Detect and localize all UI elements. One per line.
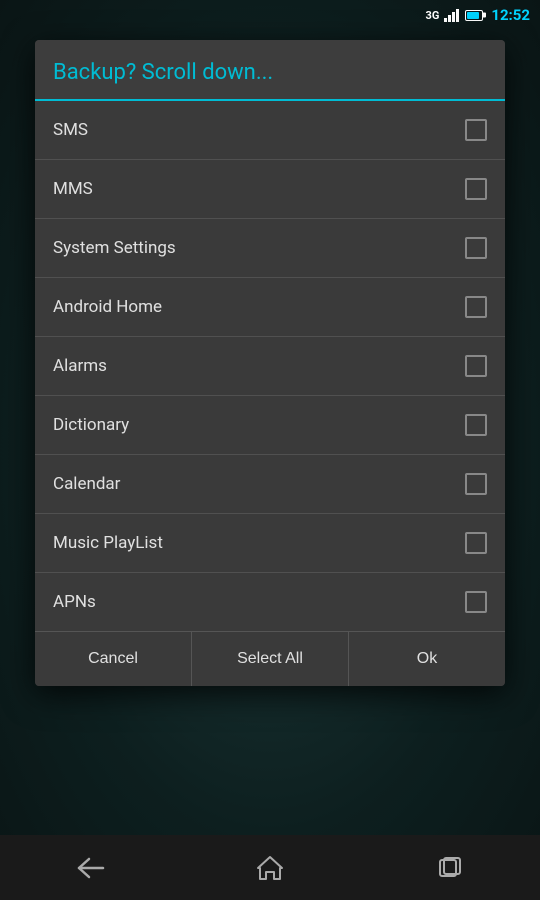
list-item-android-home[interactable]: Android Home: [35, 278, 505, 337]
nav-home-button[interactable]: [240, 848, 300, 888]
item-label-apns: APNs: [53, 592, 96, 612]
battery-icon: [465, 10, 483, 21]
signal-icon: [444, 8, 459, 22]
checkbox-system-settings[interactable]: [465, 237, 487, 259]
dialog-header: Backup? Scroll down...: [35, 40, 505, 101]
navigation-bar: [0, 835, 540, 900]
item-label-calendar: Calendar: [53, 474, 120, 494]
item-label-music-playlist: Music PlayList: [53, 533, 163, 553]
list-item-calendar[interactable]: Calendar: [35, 455, 505, 514]
ok-button[interactable]: Ok: [349, 632, 505, 686]
back-icon: [75, 857, 105, 879]
signal-bar-3: [452, 12, 455, 22]
checkbox-dictionary[interactable]: [465, 414, 487, 436]
item-label-mms: MMS: [53, 179, 93, 199]
nav-recents-button[interactable]: [420, 848, 480, 888]
checkbox-music-playlist[interactable]: [465, 532, 487, 554]
list-item-dictionary[interactable]: Dictionary: [35, 396, 505, 455]
list-item-mms[interactable]: MMS: [35, 160, 505, 219]
item-label-sms: SMS: [53, 120, 88, 140]
list-item-music-playlist[interactable]: Music PlayList: [35, 514, 505, 573]
checkbox-alarms[interactable]: [465, 355, 487, 377]
item-label-system-settings: System Settings: [53, 238, 176, 258]
list-item-alarms[interactable]: Alarms: [35, 337, 505, 396]
signal-bar-2: [448, 15, 451, 22]
home-icon: [256, 855, 284, 881]
checkbox-apns[interactable]: [465, 591, 487, 613]
select-all-button[interactable]: Select All: [192, 632, 349, 686]
cancel-button[interactable]: Cancel: [35, 632, 192, 686]
item-label-dictionary: Dictionary: [53, 415, 129, 435]
nav-back-button[interactable]: [60, 848, 120, 888]
list-item-sms[interactable]: SMS: [35, 101, 505, 160]
checkbox-calendar[interactable]: [465, 473, 487, 495]
item-label-alarms: Alarms: [53, 356, 107, 376]
clock: 12:52: [491, 6, 530, 24]
signal-bar-1: [444, 18, 447, 22]
item-label-android-home: Android Home: [53, 297, 162, 317]
checkbox-sms[interactable]: [465, 119, 487, 141]
checkbox-mms[interactable]: [465, 178, 487, 200]
backup-options-list: SMS MMS System Settings Android Home Ala…: [35, 101, 505, 631]
signal-bar-4: [456, 9, 459, 22]
status-bar: 3G 12:52: [0, 0, 540, 30]
status-icons: 3G 12:52: [426, 6, 530, 24]
battery-fill: [467, 12, 478, 19]
checkbox-android-home[interactable]: [465, 296, 487, 318]
signal-label: 3G: [426, 9, 440, 22]
backup-dialog: Backup? Scroll down... SMS MMS System Se…: [35, 40, 505, 686]
dialog-title: Backup? Scroll down...: [53, 60, 273, 85]
list-item-apns[interactable]: APNs: [35, 573, 505, 631]
recents-icon: [438, 856, 462, 880]
dialog-buttons: Cancel Select All Ok: [35, 631, 505, 686]
list-item-system-settings[interactable]: System Settings: [35, 219, 505, 278]
